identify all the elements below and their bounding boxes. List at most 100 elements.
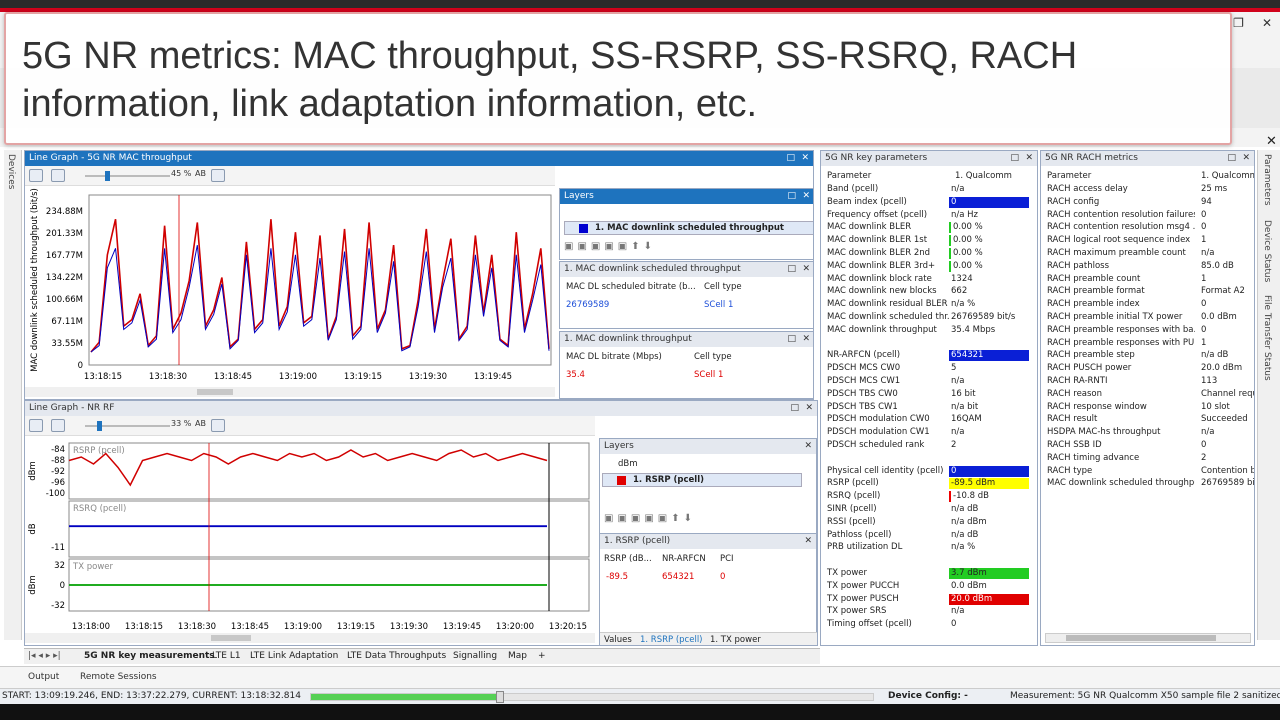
- tab-nav-icons[interactable]: |◂ ◂ ▸ ▸|: [28, 651, 61, 661]
- zoom-value: 45 %: [171, 169, 192, 178]
- tab-signalling[interactable]: Signalling: [453, 651, 497, 661]
- chart-icon[interactable]: [29, 419, 43, 432]
- close-icon[interactable]: ✕: [802, 262, 810, 277]
- parameters-tab[interactable]: Parameters: [1262, 154, 1272, 206]
- parameter-value: n/a dB: [1201, 350, 1229, 361]
- x-tick-label: 13:18:45: [214, 372, 252, 382]
- nr-rf-chart[interactable]: dBm RSRP (pcell) -84-88-92-96-100 dB RSRQ (p…: [25, 437, 595, 645]
- layer-item-label: 1. RSRP (pcell): [633, 475, 704, 485]
- close-icon[interactable]: ✕: [805, 401, 813, 416]
- maximize-icon[interactable]: □: [1010, 151, 1019, 166]
- value-cell: 35.4: [566, 370, 585, 380]
- mac-throughput-chart[interactable]: MAC downlink scheduled throughput (bit/s…: [25, 187, 555, 399]
- parameter-name: RSRP (pcell): [827, 478, 879, 489]
- parameter-value: n/a: [1201, 427, 1215, 438]
- x-tick-label: 13:20:00: [496, 622, 534, 632]
- parameter-value: 1: [1201, 337, 1207, 348]
- parameter-value: Channel reque: [1201, 388, 1254, 399]
- x-tick-label: 13:19:30: [409, 372, 447, 382]
- close-icon[interactable]: ✕: [1025, 151, 1033, 166]
- chart-icon[interactable]: [29, 169, 43, 182]
- pin-icon[interactable]: [211, 419, 225, 432]
- maximize-icon[interactable]: □: [1227, 151, 1236, 166]
- output-tab[interactable]: Output: [28, 672, 59, 682]
- maximize-icon[interactable]: □: [790, 401, 799, 416]
- graph-toolbar: 45 % AB: [25, 166, 555, 186]
- rach-metrics-panel: 5G NR RACH metrics □ ✕ Parameter 1. Qualc…: [1040, 150, 1255, 646]
- parameter-name: RACH response window: [1047, 401, 1147, 412]
- parameter-value: n/a: [1201, 248, 1215, 258]
- tab-lte-l1[interactable]: LTE L1: [212, 651, 241, 661]
- tab-rsrp[interactable]: 1. RSRP (pcell): [640, 635, 703, 645]
- refresh-icon[interactable]: [51, 169, 65, 182]
- tab-5g-nr-key-measurements[interactable]: 5G NR key measurements: [84, 651, 215, 661]
- layer-tools[interactable]: ▣▣▣▣▣⬆⬇: [564, 241, 656, 252]
- dl-throughput-values-panel: 1. MAC downlink throughput □ ✕ MAC DL bitr…: [559, 331, 813, 399]
- layers-panel: Layers ✕ dBm 1. RSRP (pcell) ▣▣▣▣▣⬆⬇: [599, 438, 817, 534]
- tab-values[interactable]: Values: [604, 635, 632, 645]
- parameter-name: SINR (pcell): [827, 504, 877, 514]
- value-cell: SCell 1: [694, 370, 724, 380]
- parameter-value: 0.0 dBm: [1201, 312, 1237, 322]
- file-transfer-status-tab[interactable]: File Transfer Status: [1262, 295, 1272, 381]
- layer-item[interactable]: 1. RSRP (pcell): [602, 473, 802, 487]
- ab-icon[interactable]: AB: [195, 419, 206, 428]
- device-status-tab[interactable]: Device Status: [1262, 220, 1272, 282]
- horizontal-scrollbar: [25, 633, 595, 643]
- parameter-value: Succeeded: [1201, 414, 1248, 425]
- tab-tx-power[interactable]: 1. TX power: [710, 635, 761, 645]
- maximize-icon[interactable]: □: [787, 332, 796, 347]
- parameter-value: 35.4 Mbps: [951, 324, 996, 335]
- parameter-name: RACH reason: [1047, 388, 1103, 399]
- y-tick-label: 32: [54, 561, 65, 571]
- x-tick-label: 13:18:30: [178, 622, 216, 632]
- parameter-value: 0.00 %: [949, 222, 1029, 234]
- close-icon[interactable]: ✕: [804, 534, 812, 549]
- panel-title-bar: Line Graph - 5G NR MAC throughput □ ✕: [25, 151, 813, 166]
- pin-icon[interactable]: [211, 169, 225, 182]
- remote-sessions-tab[interactable]: Remote Sessions: [80, 672, 157, 682]
- scrollbar-thumb: [197, 389, 233, 395]
- close-icon[interactable]: ✕: [801, 151, 809, 166]
- parameter-name: MAC downlink residual BLER: [827, 299, 948, 310]
- panel-title-bar: 5G NR key parameters □ ✕: [821, 151, 1037, 166]
- zoom-slider[interactable]: [85, 421, 170, 431]
- sub-panel-title: 1. RSRP (pcell): [604, 536, 671, 546]
- parameter-name: MAC downlink BLER 1st: [827, 235, 928, 246]
- y-tick-label: -84: [51, 445, 65, 455]
- parameter-name: RACH access delay: [1047, 184, 1128, 194]
- tab-map[interactable]: Map: [508, 651, 527, 661]
- close-icon[interactable]: ✕: [1262, 16, 1272, 30]
- devices-tab[interactable]: Devices: [6, 154, 16, 189]
- close-icon[interactable]: ✕: [1266, 134, 1277, 149]
- layer-item[interactable]: 1. MAC downlink scheduled throughput: [564, 221, 813, 235]
- parameter-name: RACH SSB ID: [1047, 440, 1102, 450]
- y-tick-label: 100.66M: [46, 295, 83, 305]
- window-top-bar: [0, 0, 1280, 8]
- horizontal-scrollbar[interactable]: [1045, 633, 1251, 643]
- maximize-icon[interactable]: □: [787, 189, 796, 204]
- add-tab-button[interactable]: +: [538, 651, 546, 661]
- parameter-value: 20.0 dBm: [1201, 363, 1243, 374]
- restore-icon[interactable]: ❐: [1233, 16, 1244, 30]
- tab-lte-data-throughputs[interactable]: LTE Data Throughputs: [347, 651, 446, 661]
- parameter-name: [825, 453, 949, 464]
- y-tick-label: 0: [60, 581, 65, 591]
- close-icon[interactable]: ✕: [1242, 151, 1250, 166]
- layers-title: Layers: [604, 441, 634, 451]
- refresh-icon[interactable]: [51, 419, 65, 432]
- close-icon[interactable]: ✕: [802, 189, 810, 204]
- zoom-slider[interactable]: [85, 171, 170, 181]
- close-icon[interactable]: ✕: [804, 439, 812, 454]
- replay-progress-bar[interactable]: [310, 691, 874, 703]
- ab-icon[interactable]: AB: [195, 169, 206, 178]
- maximize-icon[interactable]: □: [786, 151, 795, 166]
- layer-tools[interactable]: ▣▣▣▣▣⬆⬇: [604, 513, 696, 524]
- parameter-value: 113: [1201, 376, 1218, 386]
- parameter-value: n/a: [951, 184, 965, 194]
- close-icon[interactable]: ✕: [802, 332, 810, 347]
- tab-lte-link-adaptation[interactable]: LTE Link Adaptation: [250, 651, 338, 661]
- maximize-icon[interactable]: □: [787, 262, 796, 277]
- y-tick-label: 33.55M: [51, 339, 83, 349]
- parameter-value: 25 ms: [1201, 184, 1228, 194]
